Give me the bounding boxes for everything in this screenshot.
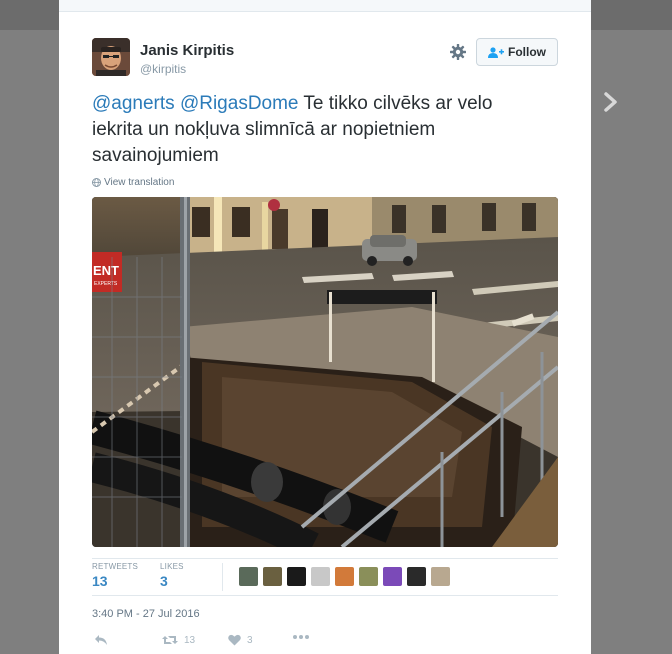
retweets-stat[interactable]: RETWEETS 13 xyxy=(92,562,138,589)
like-count: 3 xyxy=(247,634,253,646)
likes-count: 3 xyxy=(160,573,168,589)
view-translation-link[interactable]: View translation xyxy=(92,177,174,188)
avatar[interactable] xyxy=(92,38,130,76)
engagement-stats: RETWEETS 13 LIKES 3 xyxy=(92,558,558,596)
more-button[interactable] xyxy=(292,634,310,640)
mention-link[interactable]: @agnerts xyxy=(92,93,175,114)
tweet-permalink-card: Janis Kirpitis @kirpitis Follow @agnerts… xyxy=(59,0,591,654)
add-user-icon xyxy=(488,46,504,58)
retweet-count: 13 xyxy=(184,634,196,646)
liker-avatar[interactable] xyxy=(239,567,258,586)
author-name[interactable]: Janis Kirpitis xyxy=(140,42,234,59)
tweet-text: @agnerts @RigasDome Te tikko cilvēks ar … xyxy=(92,91,542,169)
liker-avatar[interactable] xyxy=(359,567,378,586)
sign-subtext: EXPERTS xyxy=(94,281,118,287)
reply-button[interactable] xyxy=(94,634,108,646)
street-hole-photo: ENT EXPERTS xyxy=(92,197,558,547)
retweets-label: RETWEETS xyxy=(92,562,139,571)
liker-avatar[interactable] xyxy=(311,567,330,586)
reply-icon xyxy=(95,635,107,645)
stats-divider xyxy=(222,563,223,591)
mention-link[interactable]: @RigasDome xyxy=(180,93,299,114)
previous-tweet-strip[interactable] xyxy=(59,0,591,12)
sign-text: ENT xyxy=(93,263,119,278)
liker-avatar[interactable] xyxy=(431,567,450,586)
retweet-button[interactable]: 13 xyxy=(162,634,195,646)
tweet-actions: 13 3 xyxy=(92,634,558,652)
view-translation-label: View translation xyxy=(104,177,175,188)
like-button[interactable]: 3 xyxy=(228,634,253,646)
follow-label: Follow xyxy=(508,45,546,59)
liker-avatar[interactable] xyxy=(335,567,354,586)
retweets-count: 13 xyxy=(92,573,108,589)
more-icon xyxy=(293,635,309,639)
retweet-icon xyxy=(162,636,178,644)
liker-avatar[interactable] xyxy=(263,567,282,586)
liker-avatar[interactable] xyxy=(383,567,402,586)
follow-button[interactable]: Follow xyxy=(476,38,558,66)
author-handle[interactable]: @kirpitis xyxy=(140,62,186,76)
liker-avatar[interactable] xyxy=(407,567,426,586)
next-tweet-chevron-icon[interactable] xyxy=(603,92,619,112)
likes-stat[interactable]: LIKES 3 xyxy=(160,562,184,589)
tweet-timestamp[interactable]: 3:40 PM - 27 Jul 2016 xyxy=(92,608,200,620)
liker-avatar[interactable] xyxy=(287,567,306,586)
likes-label: LIKES xyxy=(160,562,184,571)
gear-icon[interactable] xyxy=(449,43,467,61)
heart-icon xyxy=(228,634,241,646)
tweet-photo[interactable]: ENT EXPERTS xyxy=(92,197,558,547)
globe-icon xyxy=(92,178,101,187)
avatar-image xyxy=(92,38,130,76)
